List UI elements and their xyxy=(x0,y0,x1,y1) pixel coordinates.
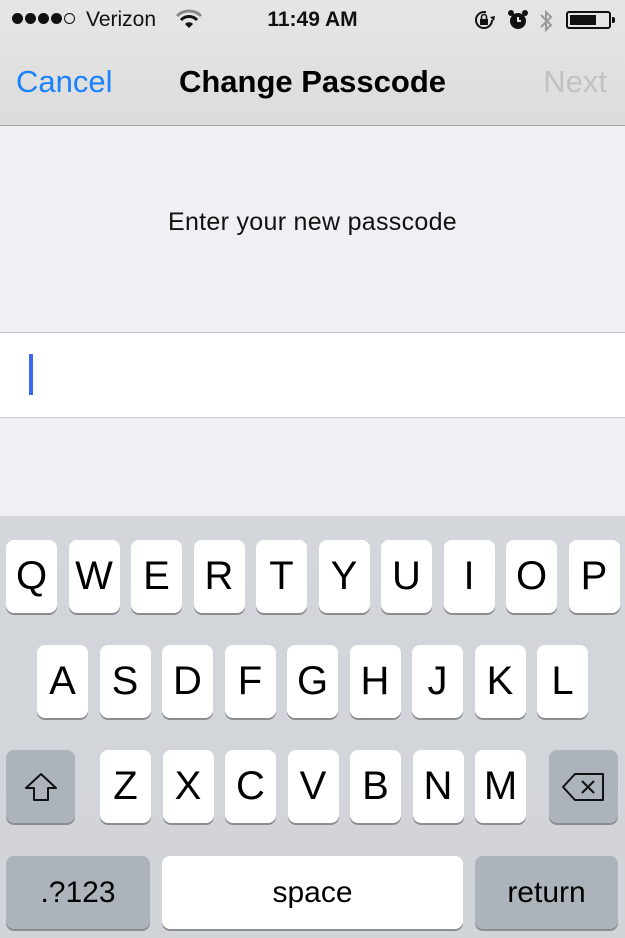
shift-icon xyxy=(24,772,57,801)
key-o[interactable]: O xyxy=(506,540,557,613)
key-f[interactable]: F xyxy=(224,645,276,718)
battery-nub xyxy=(612,17,615,23)
key-j[interactable]: J xyxy=(412,645,463,718)
key-d[interactable]: D xyxy=(162,645,213,718)
passcode-input[interactable] xyxy=(0,332,625,418)
key-b[interactable]: B xyxy=(350,750,401,823)
return-key[interactable]: return xyxy=(475,856,618,929)
key-m[interactable]: M xyxy=(475,750,526,823)
next-button[interactable]: Next xyxy=(543,64,607,100)
key-s[interactable]: S xyxy=(99,645,151,718)
key-v[interactable]: V xyxy=(287,750,339,823)
keyboard: .?123 space return QWERTYUIOP ASDFGHJKL ZX… xyxy=(0,516,625,938)
key-p[interactable]: P xyxy=(568,540,620,613)
backspace-icon xyxy=(561,772,604,801)
rotation-lock-icon xyxy=(475,11,495,29)
text-cursor xyxy=(29,354,33,395)
key-c[interactable]: C xyxy=(225,750,276,823)
key-h[interactable]: H xyxy=(349,645,401,718)
numbers-key[interactable]: .?123 xyxy=(6,856,150,929)
top-bar: Verizon 11:49 AM Cancel Change Passcode xyxy=(0,0,625,126)
bluetooth-icon xyxy=(540,9,553,33)
shift-key[interactable] xyxy=(6,750,75,823)
key-l[interactable]: L xyxy=(537,645,588,718)
alarm-icon xyxy=(508,10,528,29)
key-t[interactable]: T xyxy=(256,540,307,613)
key-k[interactable]: K xyxy=(474,645,526,718)
key-n[interactable]: N xyxy=(412,750,464,823)
key-i[interactable]: I xyxy=(443,540,495,613)
key-w[interactable]: W xyxy=(68,540,120,613)
clock: 11:49 AM xyxy=(267,8,358,31)
cancel-button[interactable]: Cancel xyxy=(16,64,113,100)
key-q[interactable]: Q xyxy=(6,540,57,613)
key-e[interactable]: E xyxy=(131,540,182,613)
passcode-prompt: Enter your new passcode xyxy=(167,208,457,236)
battery-icon xyxy=(566,11,615,29)
space-key[interactable]: space xyxy=(162,856,463,929)
key-z[interactable]: Z xyxy=(100,750,151,823)
key-g[interactable]: G xyxy=(287,645,338,718)
key-u[interactable]: U xyxy=(381,540,432,613)
key-r[interactable]: R xyxy=(193,540,245,613)
delete-key[interactable] xyxy=(549,750,618,823)
status-bar: Verizon 11:49 AM xyxy=(0,0,625,40)
key-a[interactable]: A xyxy=(37,645,88,718)
key-y[interactable]: Y xyxy=(318,540,370,613)
battery-level xyxy=(570,15,596,25)
key-x[interactable]: X xyxy=(162,750,214,823)
